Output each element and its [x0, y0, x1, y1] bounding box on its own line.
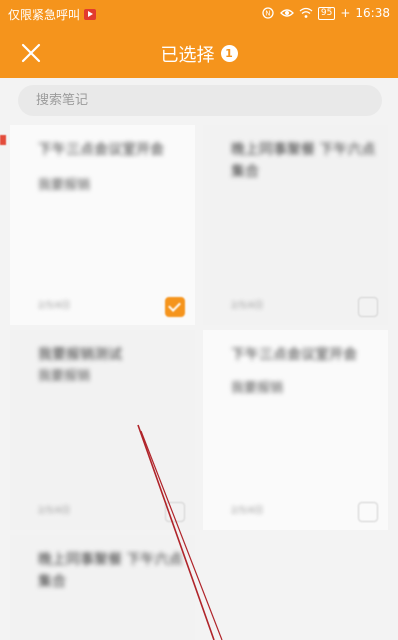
- selected-count-badge: 1: [220, 45, 238, 62]
- note-checkbox[interactable]: [165, 502, 185, 522]
- note-card[interactable]: 我要报销测试 我要报销 2/5/4日: [10, 330, 195, 530]
- svg-text:N: N: [265, 10, 270, 18]
- note-title: 我要报销测试: [38, 347, 122, 363]
- note-title: 晚上同事聚餐 下午六点集合: [38, 552, 183, 590]
- note-checkbox[interactable]: [358, 502, 378, 522]
- note-card[interactable]: 下午三点会议室开会 我要报销 2/5/4日: [10, 125, 195, 325]
- note-card[interactable]: 晚上同事聚餐 下午六点集合 2/5/4日: [203, 125, 388, 325]
- note-checkbox[interactable]: [165, 297, 185, 317]
- note-card[interactable]: 晚上同事聚餐 下午六点集合: [10, 535, 195, 640]
- note-date: 2/5/4日: [38, 506, 71, 516]
- app-bar: 已选择 1: [0, 28, 398, 78]
- battery-level: 95: [320, 7, 333, 18]
- note-date: 2/5/4日: [231, 301, 264, 311]
- search-input[interactable]: [18, 85, 382, 116]
- eye-icon: [279, 9, 294, 17]
- note-date: 2/5/4日: [38, 301, 71, 311]
- note-title: 下午三点会议室开会: [38, 142, 164, 158]
- note-checkbox[interactable]: [358, 297, 378, 317]
- battery-icon: 95: [317, 6, 336, 20]
- note-title: 晚上同事聚餐 下午六点集合: [231, 142, 376, 180]
- note-body: 我要报销: [38, 369, 91, 384]
- page-title: 已选择: [160, 45, 215, 66]
- note-title: 下午三点会议室开会: [231, 347, 357, 363]
- note-card[interactable]: 下午三点会议室开会 我要报销 2/5/4日: [203, 330, 388, 530]
- note-marker: [0, 135, 6, 145]
- clock-time: 16:38: [355, 6, 390, 20]
- status-bar: 仅限紧急呼叫 N 95 + 16:38: [0, 0, 398, 28]
- nfc-icon: N: [262, 7, 274, 19]
- selection-title: 已选择 1: [0, 41, 398, 67]
- note-body: 我要报销: [231, 381, 284, 396]
- note-date: 2/5/4日: [231, 506, 264, 516]
- carrier-status-text: 仅限紧急呼叫: [8, 8, 81, 22]
- play-badge-icon: [84, 9, 97, 20]
- note-body: 我要报销: [38, 178, 91, 193]
- charging-icon: +: [340, 6, 351, 20]
- search-bar[interactable]: [18, 85, 382, 116]
- wifi-icon: [299, 7, 313, 18]
